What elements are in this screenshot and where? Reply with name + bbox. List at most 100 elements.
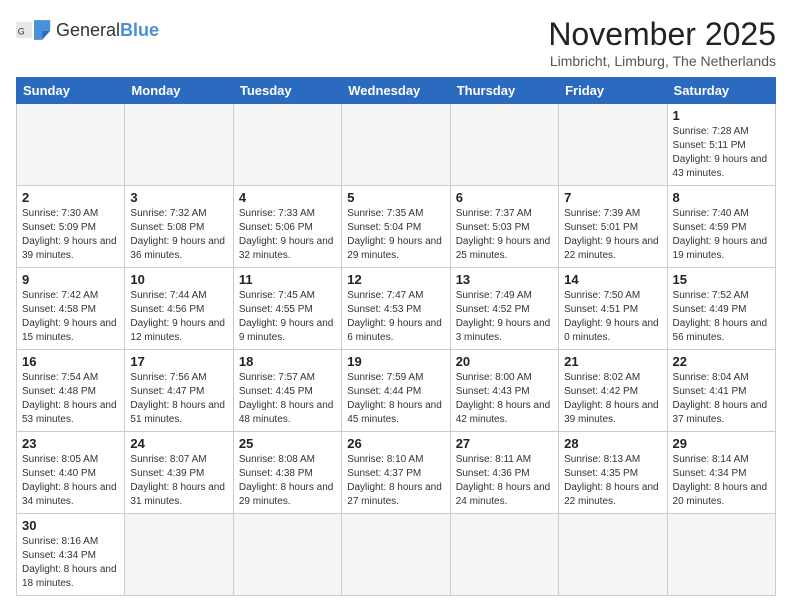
weekday-header-thursday: Thursday <box>450 78 558 104</box>
calendar-week-row: 30 Sunrise: 8:16 AM Sunset: 4:34 PM Dayli… <box>17 514 776 596</box>
weekday-header-wednesday: Wednesday <box>342 78 450 104</box>
weekday-header-row: SundayMondayTuesdayWednesdayThursdayFrid… <box>17 78 776 104</box>
calendar-day-cell: 9 Sunrise: 7:42 AM Sunset: 4:58 PM Daylig… <box>17 268 125 350</box>
day-number: 3 <box>130 190 227 205</box>
calendar-day-cell: 3 Sunrise: 7:32 AM Sunset: 5:08 PM Daylig… <box>125 186 233 268</box>
calendar-day-cell: 17 Sunrise: 7:56 AM Sunset: 4:47 PM Dayli… <box>125 350 233 432</box>
day-info: Sunrise: 7:42 AM Sunset: 4:58 PM Dayligh… <box>22 289 119 345</box>
day-info: Sunrise: 8:10 AM Sunset: 4:37 PM Dayligh… <box>347 453 444 509</box>
calendar-week-row: 2Sunrise: 7:30 AM Sunset: 5:09 PM Daylig… <box>17 186 776 268</box>
calendar-day-cell <box>125 104 233 186</box>
weekday-header-sunday: Sunday <box>17 78 125 104</box>
day-number: 13 <box>456 272 553 287</box>
calendar-day-cell: 7Sunrise: 7:39 AM Sunset: 5:01 PM Daylig… <box>559 186 667 268</box>
calendar-week-row: 1Sunrise: 7:28 AM Sunset: 5:11 PM Daylig… <box>17 104 776 186</box>
day-info: Sunrise: 7:35 AM Sunset: 5:04 PM Dayligh… <box>347 207 444 263</box>
logo-icon: G <box>16 16 52 44</box>
day-info: Sunrise: 7:49 AM Sunset: 4:52 PM Dayligh… <box>456 289 553 345</box>
day-info: Sunrise: 7:32 AM Sunset: 5:08 PM Dayligh… <box>130 207 227 263</box>
day-info: Sunrise: 7:47 AM Sunset: 4:53 PM Dayligh… <box>347 289 444 345</box>
calendar-day-cell: 8Sunrise: 7:40 AM Sunset: 4:59 PM Daylig… <box>667 186 775 268</box>
calendar-day-cell <box>342 104 450 186</box>
calendar-day-cell: 5 Sunrise: 7:35 AM Sunset: 5:04 PM Daylig… <box>342 186 450 268</box>
day-info: Sunrise: 8:13 AM Sunset: 4:35 PM Dayligh… <box>564 453 661 509</box>
calendar-day-cell: 21Sunrise: 8:02 AM Sunset: 4:42 PM Dayli… <box>559 350 667 432</box>
calendar: SundayMondayTuesdayWednesdayThursdayFrid… <box>16 77 776 596</box>
day-info: Sunrise: 7:39 AM Sunset: 5:01 PM Dayligh… <box>564 207 661 263</box>
day-number: 11 <box>239 272 336 287</box>
month-title: November 2025 <box>548 16 776 53</box>
day-info: Sunrise: 7:28 AM Sunset: 5:11 PM Dayligh… <box>673 125 770 181</box>
calendar-day-cell: 15 Sunrise: 7:52 AM Sunset: 4:49 PM Dayli… <box>667 268 775 350</box>
calendar-day-cell <box>233 104 341 186</box>
day-number: 14 <box>564 272 661 287</box>
day-info: Sunrise: 8:11 AM Sunset: 4:36 PM Dayligh… <box>456 453 553 509</box>
calendar-day-cell <box>342 514 450 596</box>
day-number: 27 <box>456 436 553 451</box>
day-number: 12 <box>347 272 444 287</box>
calendar-day-cell: 1Sunrise: 7:28 AM Sunset: 5:11 PM Daylig… <box>667 104 775 186</box>
calendar-day-cell: 4 Sunrise: 7:33 AM Sunset: 5:06 PM Daylig… <box>233 186 341 268</box>
day-info: Sunrise: 8:16 AM Sunset: 4:34 PM Dayligh… <box>22 535 119 591</box>
calendar-day-cell: 12 Sunrise: 7:47 AM Sunset: 4:53 PM Dayli… <box>342 268 450 350</box>
calendar-day-cell: 11Sunrise: 7:45 AM Sunset: 4:55 PM Dayli… <box>233 268 341 350</box>
calendar-day-cell: 30 Sunrise: 8:16 AM Sunset: 4:34 PM Dayli… <box>17 514 125 596</box>
day-number: 22 <box>673 354 770 369</box>
logo-text: GeneralBlue <box>56 21 159 39</box>
calendar-day-cell <box>125 514 233 596</box>
day-number: 28 <box>564 436 661 451</box>
weekday-header-tuesday: Tuesday <box>233 78 341 104</box>
calendar-day-cell <box>559 514 667 596</box>
day-number: 15 <box>673 272 770 287</box>
calendar-day-cell: 6Sunrise: 7:37 AM Sunset: 5:03 PM Daylig… <box>450 186 558 268</box>
day-number: 9 <box>22 272 119 287</box>
day-number: 19 <box>347 354 444 369</box>
calendar-day-cell: 24 Sunrise: 8:07 AM Sunset: 4:39 PM Dayli… <box>125 432 233 514</box>
calendar-day-cell: 10Sunrise: 7:44 AM Sunset: 4:56 PM Dayli… <box>125 268 233 350</box>
day-info: Sunrise: 7:33 AM Sunset: 5:06 PM Dayligh… <box>239 207 336 263</box>
day-info: Sunrise: 7:56 AM Sunset: 4:47 PM Dayligh… <box>130 371 227 427</box>
calendar-week-row: 16 Sunrise: 7:54 AM Sunset: 4:48 PM Dayli… <box>17 350 776 432</box>
day-info: Sunrise: 8:00 AM Sunset: 4:43 PM Dayligh… <box>456 371 553 427</box>
calendar-day-cell: 20 Sunrise: 8:00 AM Sunset: 4:43 PM Dayli… <box>450 350 558 432</box>
day-info: Sunrise: 8:02 AM Sunset: 4:42 PM Dayligh… <box>564 371 661 427</box>
calendar-day-cell: 26Sunrise: 8:10 AM Sunset: 4:37 PM Dayli… <box>342 432 450 514</box>
calendar-day-cell <box>450 514 558 596</box>
day-number: 5 <box>347 190 444 205</box>
day-info: Sunrise: 7:52 AM Sunset: 4:49 PM Dayligh… <box>673 289 770 345</box>
calendar-day-cell: 27 Sunrise: 8:11 AM Sunset: 4:36 PM Dayli… <box>450 432 558 514</box>
calendar-day-cell <box>17 104 125 186</box>
calendar-day-cell: 29 Sunrise: 8:14 AM Sunset: 4:34 PM Dayli… <box>667 432 775 514</box>
calendar-day-cell: 18Sunrise: 7:57 AM Sunset: 4:45 PM Dayli… <box>233 350 341 432</box>
day-number: 30 <box>22 518 119 533</box>
calendar-week-row: 23Sunrise: 8:05 AM Sunset: 4:40 PM Dayli… <box>17 432 776 514</box>
day-number: 24 <box>130 436 227 451</box>
day-info: Sunrise: 8:04 AM Sunset: 4:41 PM Dayligh… <box>673 371 770 427</box>
page-header: G GeneralBlue November 2025 Limbricht, L… <box>16 16 776 69</box>
day-info: Sunrise: 8:07 AM Sunset: 4:39 PM Dayligh… <box>130 453 227 509</box>
day-number: 29 <box>673 436 770 451</box>
day-number: 16 <box>22 354 119 369</box>
weekday-header-friday: Friday <box>559 78 667 104</box>
day-info: Sunrise: 7:40 AM Sunset: 4:59 PM Dayligh… <box>673 207 770 263</box>
calendar-day-cell: 14Sunrise: 7:50 AM Sunset: 4:51 PM Dayli… <box>559 268 667 350</box>
day-info: Sunrise: 7:37 AM Sunset: 5:03 PM Dayligh… <box>456 207 553 263</box>
day-number: 25 <box>239 436 336 451</box>
day-info: Sunrise: 7:59 AM Sunset: 4:44 PM Dayligh… <box>347 371 444 427</box>
calendar-day-cell: 19 Sunrise: 7:59 AM Sunset: 4:44 PM Dayli… <box>342 350 450 432</box>
day-info: Sunrise: 8:08 AM Sunset: 4:38 PM Dayligh… <box>239 453 336 509</box>
calendar-day-cell: 2Sunrise: 7:30 AM Sunset: 5:09 PM Daylig… <box>17 186 125 268</box>
weekday-header-saturday: Saturday <box>667 78 775 104</box>
day-info: Sunrise: 7:54 AM Sunset: 4:48 PM Dayligh… <box>22 371 119 427</box>
day-number: 10 <box>130 272 227 287</box>
day-number: 17 <box>130 354 227 369</box>
calendar-day-cell: 25 Sunrise: 8:08 AM Sunset: 4:38 PM Dayli… <box>233 432 341 514</box>
day-number: 23 <box>22 436 119 451</box>
day-number: 4 <box>239 190 336 205</box>
calendar-day-cell <box>233 514 341 596</box>
calendar-week-row: 9 Sunrise: 7:42 AM Sunset: 4:58 PM Daylig… <box>17 268 776 350</box>
day-number: 20 <box>456 354 553 369</box>
day-number: 18 <box>239 354 336 369</box>
day-info: Sunrise: 8:14 AM Sunset: 4:34 PM Dayligh… <box>673 453 770 509</box>
calendar-day-cell: 22 Sunrise: 8:04 AM Sunset: 4:41 PM Dayli… <box>667 350 775 432</box>
